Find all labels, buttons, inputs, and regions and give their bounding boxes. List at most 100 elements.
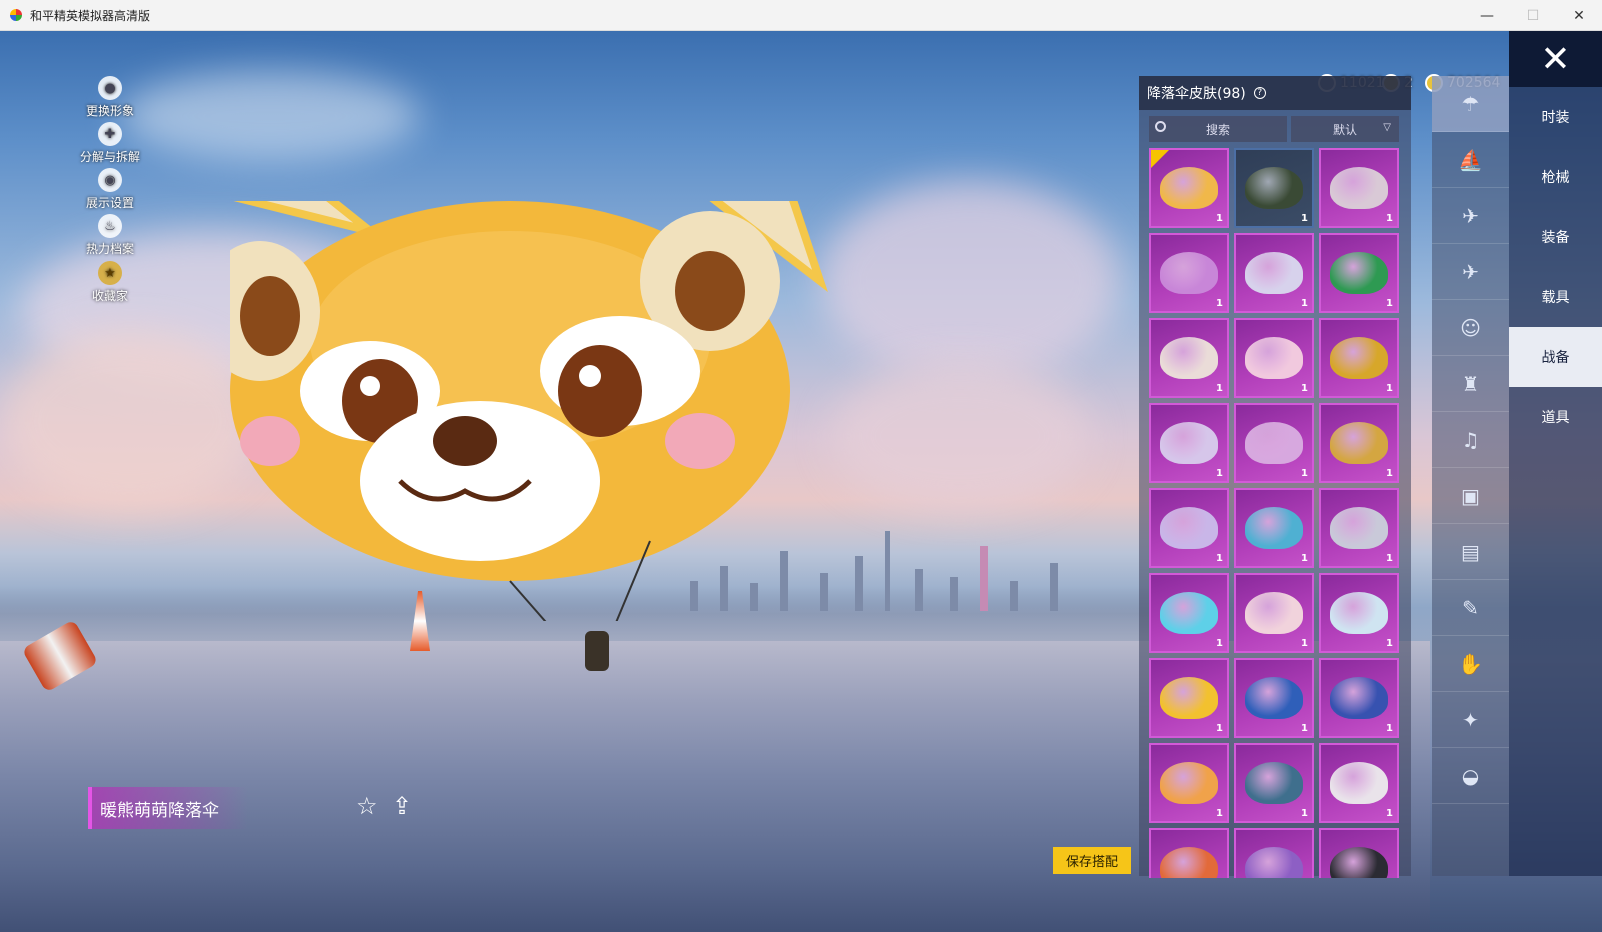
skin-item[interactable]: 1: [1319, 233, 1399, 313]
skin-item[interactable]: [1149, 828, 1229, 878]
close-button[interactable]: ✕: [1509, 31, 1602, 87]
skin-item[interactable]: 1: [1234, 403, 1314, 483]
skin-item[interactable]: [1319, 828, 1399, 878]
subcategory-tab[interactable]: ✋: [1432, 636, 1509, 692]
left-menu-heat-archive[interactable]: ♨ 热力档案: [78, 214, 142, 257]
save-outfit-button[interactable]: 保存搭配: [1053, 847, 1131, 874]
category-vehicles[interactable]: 载具: [1509, 267, 1602, 327]
window-titlebar: 和平精英模拟器高清版 — ☐ ✕: [0, 0, 1602, 31]
category-fashion[interactable]: 时装: [1509, 87, 1602, 147]
parachute-thumbnail-icon: [1160, 677, 1218, 719]
skin-item[interactable]: 1: [1319, 148, 1399, 228]
subcategory-tab[interactable]: ▤: [1432, 524, 1509, 580]
subcategory-tab[interactable]: ✈: [1432, 188, 1509, 244]
subcategory-tab[interactable]: ⛵: [1432, 132, 1509, 188]
skin-item[interactable]: 1: [1149, 488, 1229, 568]
skin-item[interactable]: 1: [1319, 403, 1399, 483]
skin-item[interactable]: 1: [1149, 573, 1229, 653]
skin-item[interactable]: 1: [1149, 403, 1229, 483]
subcategory-tab[interactable]: ✈: [1432, 244, 1509, 300]
item-count: 1: [1301, 468, 1308, 479]
person-icon: ●: [98, 76, 122, 100]
parachute-thumbnail-icon: [1245, 847, 1303, 878]
eye-icon: ◉: [98, 168, 122, 192]
item-count: 1: [1216, 808, 1223, 819]
window-close-button[interactable]: ✕: [1556, 0, 1602, 31]
category-props[interactable]: 道具: [1509, 387, 1602, 447]
subcategory-tab[interactable]: ▣: [1432, 468, 1509, 524]
subcategory-tab[interactable]: ♜: [1432, 356, 1509, 412]
magic-icon: ✦: [1462, 707, 1479, 732]
puzzle-icon: ✚: [98, 122, 122, 146]
search-button[interactable]: 搜索: [1149, 116, 1287, 142]
subcategory-tab[interactable]: ◒: [1432, 748, 1509, 804]
category-guns[interactable]: 枪械: [1509, 147, 1602, 207]
skin-item[interactable]: 1: [1149, 233, 1229, 313]
subcategory-tab[interactable]: ♫: [1432, 412, 1509, 468]
flame-icon: ♨: [98, 214, 122, 238]
voice-icon: ♫: [1461, 427, 1480, 452]
subcategory-tab[interactable]: ☂: [1432, 76, 1509, 132]
subcategory-icon-column: ☂ ⛵ ✈ ✈ ☺ ♜ ♫ ▣ ▤ ✎ ✋ ✦ ◒: [1432, 76, 1509, 876]
left-menu-change-avatar[interactable]: ● 更换形象: [78, 76, 142, 119]
boat-icon: ⛵: [1458, 147, 1483, 172]
skin-item[interactable]: 1: [1149, 148, 1229, 228]
parachute-thumbnail-icon: [1245, 252, 1303, 294]
subcategory-tab[interactable]: ✎: [1432, 580, 1509, 636]
left-menu-collector[interactable]: ★ 收藏家: [78, 261, 142, 304]
skin-item[interactable]: 1: [1234, 658, 1314, 738]
skin-item[interactable]: [1234, 828, 1314, 878]
emote-icon: ☺: [1460, 315, 1481, 340]
share-icon[interactable]: ⇪: [392, 792, 412, 820]
skin-item[interactable]: 1: [1319, 743, 1399, 823]
left-menu-display-settings[interactable]: ◉ 展示设置: [78, 168, 142, 211]
sort-label: 默认: [1332, 122, 1357, 137]
skin-item[interactable]: 1: [1149, 318, 1229, 398]
skin-item[interactable]: 1: [1234, 743, 1314, 823]
skin-item[interactable]: 1: [1234, 233, 1314, 313]
left-menu-decompose[interactable]: ✚ 分解与拆解: [78, 122, 142, 165]
spray-icon: ✎: [1462, 595, 1479, 620]
minimize-button[interactable]: —: [1464, 0, 1510, 31]
plane-icon: ✈: [1462, 259, 1479, 284]
skin-item[interactable]: 1: [1319, 573, 1399, 653]
red-panda-parachute[interactable]: [200, 146, 830, 662]
skin-item[interactable]: 1: [1319, 318, 1399, 398]
category-label: 战备: [1541, 350, 1570, 366]
parachute-thumbnail-icon: [1160, 592, 1218, 634]
skin-item[interactable]: 1: [1149, 658, 1229, 738]
parachute-thumbnail-icon: [1330, 847, 1388, 878]
equipped-badge-icon: [1151, 150, 1169, 168]
sort-dropdown[interactable]: 默认 ▽: [1291, 116, 1399, 142]
item-count: 1: [1301, 808, 1308, 819]
left-menu-label: 分解与拆解: [79, 150, 140, 164]
parachute-thumbnail-icon: [1330, 677, 1388, 719]
drone-icon: ✈: [1462, 203, 1479, 228]
parachute-thumbnail-icon: [1160, 337, 1218, 379]
favorite-star-icon[interactable]: ☆: [356, 792, 378, 820]
skin-item[interactable]: 1: [1234, 488, 1314, 568]
subcategory-tab[interactable]: ☺: [1432, 300, 1509, 356]
maximize-button[interactable]: ☐: [1510, 0, 1556, 31]
left-menu-label: 更换形象: [85, 104, 134, 118]
subcategory-tab[interactable]: ✦: [1432, 692, 1509, 748]
category-equipment[interactable]: 装备: [1509, 207, 1602, 267]
category-battle-prep[interactable]: 战备: [1509, 327, 1602, 387]
medal-icon: ★: [98, 261, 122, 285]
parachute-thumbnail-icon: [1245, 677, 1303, 719]
parachute-thumbnail-icon: [1160, 422, 1218, 464]
help-icon[interactable]: ?: [1253, 87, 1266, 99]
item-count: 1: [1386, 808, 1393, 819]
skin-name-label: 暖熊萌萌降落伞: [88, 787, 248, 829]
parachute-thumbnail-icon: [1160, 252, 1218, 294]
skin-item[interactable]: 1: [1234, 318, 1314, 398]
parachute-thumbnail-icon: [1330, 167, 1388, 209]
skin-item[interactable]: 1: [1234, 573, 1314, 653]
skin-item[interactable]: 1: [1319, 658, 1399, 738]
skin-item[interactable]: 1: [1319, 488, 1399, 568]
skin-item[interactable]: 1: [1149, 743, 1229, 823]
skin-item[interactable]: 1: [1234, 148, 1314, 228]
item-count: 1: [1386, 383, 1393, 394]
parachute-thumbnail-icon: [1330, 422, 1388, 464]
item-count: 1: [1216, 383, 1223, 394]
